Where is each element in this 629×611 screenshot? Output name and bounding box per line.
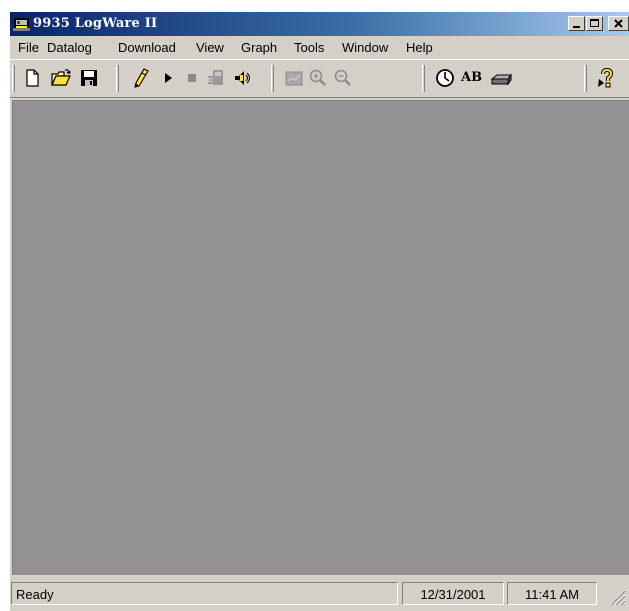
workspace-area[interactable]	[12, 100, 629, 575]
maximize-button[interactable]	[586, 16, 603, 31]
zoom-out-button[interactable]	[332, 67, 354, 89]
stop-icon	[188, 74, 196, 82]
toolbar-separator	[584, 65, 587, 92]
graph-icon	[285, 71, 303, 86]
app-window: 9935 LogWare II File Datalog Download Vi…	[10, 12, 629, 611]
zoom-out-icon	[334, 69, 351, 86]
pencil-icon	[134, 68, 149, 88]
status-date: 12/31/2001	[402, 582, 504, 605]
clock-icon	[436, 69, 454, 87]
close-icon	[614, 19, 623, 28]
toolbar-grip[interactable]	[12, 65, 15, 92]
minimize-button[interactable]	[568, 16, 585, 31]
minimize-icon	[573, 26, 580, 28]
open-button[interactable]	[50, 67, 72, 89]
play-icon	[165, 73, 172, 83]
app-icon[interactable]	[13, 16, 30, 32]
window-title: 9935 LogWare II	[33, 16, 158, 31]
toolbar: AB	[10, 59, 629, 98]
speaker-button[interactable]	[231, 67, 253, 89]
menu-file[interactable]: File	[18, 40, 39, 55]
menu-download[interactable]: Download	[118, 40, 176, 55]
resize-grip-icon[interactable]	[600, 586, 626, 606]
help-icon	[598, 67, 614, 88]
new-file-icon	[26, 69, 39, 87]
logger-button[interactable]	[205, 67, 227, 89]
maximize-icon	[590, 19, 599, 27]
title-bar[interactable]: 9935 LogWare II	[10, 12, 629, 36]
toolbar-separator	[116, 65, 119, 92]
pencil-button[interactable]	[130, 67, 152, 89]
menu-bar: File Datalog Download View Graph Tools W…	[10, 37, 629, 58]
help-button[interactable]	[594, 67, 616, 89]
menu-datalog[interactable]: Datalog	[47, 40, 92, 55]
status-time: 11:41 AM	[507, 582, 597, 605]
play-button[interactable]	[157, 67, 179, 89]
device-icon	[490, 73, 512, 86]
menu-tools[interactable]: Tools	[294, 40, 324, 55]
close-button[interactable]	[608, 16, 629, 31]
open-folder-icon	[51, 69, 71, 86]
status-bar: Ready 12/31/2001 11:41 AM	[10, 578, 629, 611]
graph-button[interactable]	[283, 67, 305, 89]
ab-icon: AB	[461, 70, 483, 85]
logger-icon	[208, 70, 223, 85]
zoom-in-icon	[309, 69, 326, 86]
menu-window[interactable]: Window	[342, 40, 388, 55]
toolbar-separator	[422, 65, 425, 92]
status-text: Ready	[11, 582, 398, 605]
ab-button[interactable]: AB	[459, 67, 485, 89]
save-button[interactable]	[78, 67, 100, 89]
menu-graph[interactable]: Graph	[241, 40, 277, 55]
zoom-in-button[interactable]	[307, 67, 329, 89]
save-icon	[81, 70, 97, 86]
new-button[interactable]	[21, 67, 43, 89]
menu-view[interactable]: View	[196, 40, 224, 55]
toolbar-separator	[271, 65, 274, 92]
stop-button[interactable]	[181, 67, 203, 89]
device-button[interactable]	[489, 67, 515, 89]
speaker-icon	[235, 71, 250, 85]
menu-help[interactable]: Help	[406, 40, 433, 55]
clock-button[interactable]	[434, 67, 456, 89]
